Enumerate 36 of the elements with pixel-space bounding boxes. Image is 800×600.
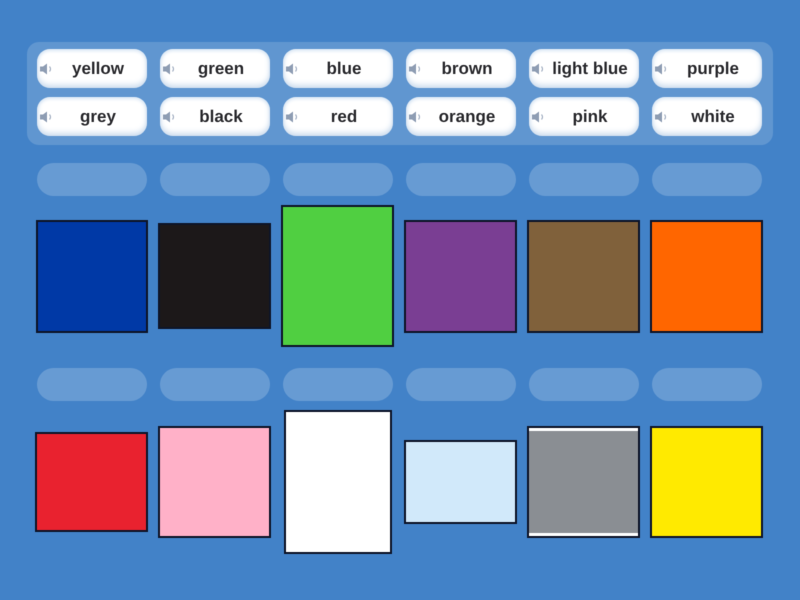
answer-slot[interactable] — [652, 368, 762, 401]
answer-slot[interactable] — [406, 163, 516, 196]
word-tile[interactable]: red — [283, 97, 393, 136]
speaker-icon[interactable] — [532, 110, 545, 122]
word-tile[interactable]: purple — [652, 49, 762, 88]
word-tile[interactable]: orange — [406, 97, 516, 136]
answer-slot[interactable] — [282, 163, 392, 196]
speaker-icon[interactable] — [409, 110, 422, 122]
word-tile[interactable]: green — [160, 49, 270, 88]
answer-slot[interactable] — [652, 163, 762, 196]
answer-slot[interactable] — [36, 163, 146, 196]
word-tile[interactable]: blue — [283, 49, 393, 88]
speaker-icon[interactable] — [286, 110, 299, 122]
answer-slot[interactable] — [528, 163, 638, 196]
speaker-icon[interactable] — [409, 62, 422, 74]
word-tile[interactable]: yellow — [37, 49, 147, 88]
word-tile[interactable]: white — [652, 97, 762, 136]
speaker-icon[interactable] — [655, 110, 668, 122]
speaker-icon[interactable] — [532, 62, 545, 74]
word-tile[interactable]: light blue — [529, 49, 639, 88]
speaker-icon[interactable] — [40, 62, 53, 74]
word-tile[interactable]: pink — [529, 97, 639, 136]
answer-slot[interactable] — [406, 368, 516, 401]
answer-slot[interactable] — [282, 368, 392, 401]
speaker-icon[interactable] — [655, 62, 668, 74]
speaker-icon[interactable] — [40, 110, 53, 122]
speaker-icon[interactable] — [286, 62, 299, 74]
word-tile[interactable]: brown — [406, 49, 516, 88]
speaker-icon[interactable] — [163, 62, 176, 74]
answer-slot[interactable] — [160, 163, 270, 196]
answer-slot[interactable] — [528, 368, 638, 401]
word-tile[interactable]: black — [160, 97, 270, 136]
speaker-icon[interactable] — [163, 110, 176, 122]
answer-slot[interactable] — [160, 368, 270, 401]
answer-slot[interactable] — [36, 368, 146, 401]
word-tile[interactable]: grey — [37, 97, 147, 136]
